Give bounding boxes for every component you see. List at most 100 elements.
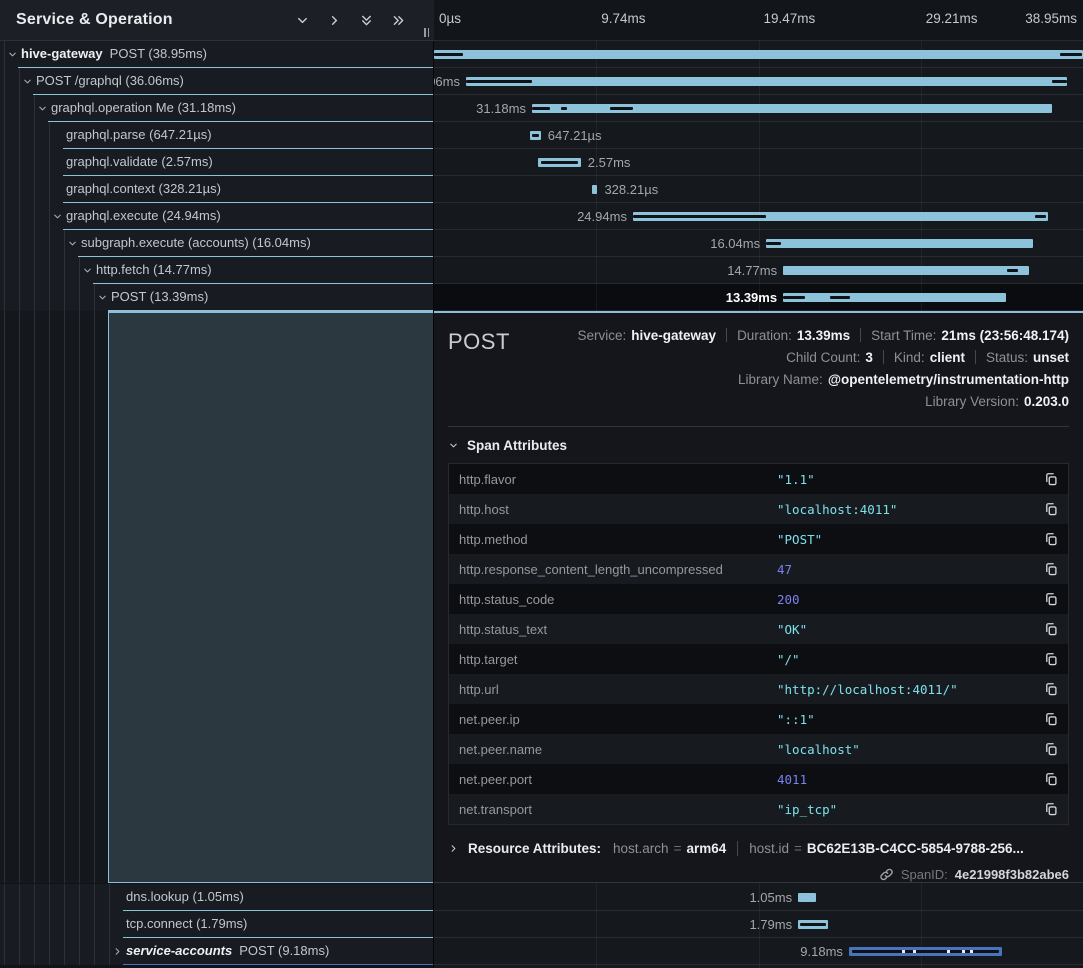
copy-value-button[interactable] [1044, 802, 1058, 816]
overview-line: Library Name:@opentelemetry/instrumentat… [738, 368, 1069, 390]
attribute-row: http.host"localhost:4011" [449, 494, 1068, 524]
span-duration-bar[interactable] [798, 920, 828, 929]
overview-label: Service: [577, 328, 626, 343]
collapse-span-toggle[interactable] [22, 76, 33, 87]
tree-panel-header: Service & Operation [0, 0, 434, 41]
span-duration-bar[interactable] [783, 293, 1006, 302]
span-duration-bar[interactable] [532, 104, 1052, 113]
tree-row[interactable]: POST (13.39ms) [0, 284, 433, 311]
chevron-down-icon [22, 76, 33, 87]
timeline-ruler[interactable]: 0µs9.74ms19.47ms29.21ms38.95ms [434, 0, 1083, 41]
overview-label: Kind: [894, 350, 925, 365]
copy-icon [1044, 712, 1058, 726]
tree-row[interactable]: graphql.context (328.21µs) [0, 176, 433, 203]
timeline-row[interactable]: 9.18ms [434, 938, 1083, 965]
span-duration-bar[interactable] [538, 158, 581, 167]
span-duration-bar[interactable] [783, 266, 1029, 275]
copy-value-button[interactable] [1044, 562, 1058, 576]
expand-span-toggle[interactable] [112, 946, 123, 957]
indent-guide [79, 257, 80, 284]
copy-value-button[interactable] [1044, 502, 1058, 516]
span-duration-bar[interactable] [466, 77, 1067, 86]
span-duration-bar[interactable] [849, 947, 1002, 956]
span-duration-bar[interactable] [633, 212, 1049, 221]
timeline-row[interactable]: 647.21µs [434, 122, 1083, 149]
indent-guide [49, 257, 50, 284]
tree-row[interactable]: POST /graphql (36.06ms) [0, 68, 433, 95]
chevrons-down-button[interactable] [359, 13, 374, 28]
span-duration-bar[interactable] [434, 50, 1083, 59]
collapse-span-toggle[interactable] [7, 49, 18, 60]
tree-row[interactable]: graphql.validate (2.57ms) [0, 149, 433, 176]
tree-row[interactable]: graphql.parse (647.21µs) [0, 122, 433, 149]
copy-value-button[interactable] [1044, 712, 1058, 726]
collapse-span-toggle[interactable] [82, 265, 93, 276]
indent-guide [19, 203, 20, 230]
span-duration-label: 14.77ms [727, 257, 777, 284]
tree-row[interactable]: subgraph.execute (accounts) (16.04ms) [0, 230, 433, 257]
tree-row[interactable]: tcp.connect (1.79ms) [0, 911, 433, 938]
timeline-row[interactable]: 1.79ms [434, 911, 1083, 938]
copy-value-button[interactable] [1044, 592, 1058, 606]
chevrons-down-icon [359, 13, 374, 28]
copy-value-button[interactable] [1044, 742, 1058, 756]
timeline-row[interactable]: 36.06ms [434, 68, 1083, 95]
copy-value-button[interactable] [1044, 772, 1058, 786]
timeline-row[interactable]: 16.04ms [434, 230, 1083, 257]
span-duration-bar[interactable] [798, 893, 815, 902]
timeline-row[interactable]: 14.77ms [434, 257, 1083, 284]
child-span-marker [466, 80, 532, 83]
timeline-row[interactable] [434, 41, 1083, 68]
panel-divider[interactable] [433, 0, 434, 968]
child-span-marker [434, 53, 463, 56]
collapse-span-toggle[interactable] [52, 211, 63, 222]
chevron-down-icon [52, 211, 63, 222]
span-duration-bar[interactable] [766, 239, 1033, 248]
timeline-row[interactable]: 1.05ms [434, 884, 1083, 911]
panel-resize-grip[interactable] [424, 28, 429, 37]
copy-value-button[interactable] [1044, 682, 1058, 696]
deep-link-icon[interactable] [879, 867, 894, 882]
overview-value: client [930, 350, 965, 365]
operation-name: tcp.connect (1.79ms) [126, 916, 247, 931]
tree-row[interactable]: graphql.operation Me (31.18ms) [0, 95, 433, 122]
timeline-row[interactable]: 31.18ms [434, 95, 1083, 122]
indent-guide [49, 176, 50, 203]
collapse-span-toggle[interactable] [67, 238, 78, 249]
copy-value-button[interactable] [1044, 652, 1058, 666]
span-attributes-toggle[interactable]: Span Attributes [448, 427, 1069, 463]
copy-value-button[interactable] [1044, 622, 1058, 636]
tree-row[interactable]: graphql.execute (24.94ms) [0, 203, 433, 230]
indent-guide [79, 884, 80, 911]
indent-guide [19, 95, 20, 122]
tree-row[interactable]: http.fetch (14.77ms) [0, 257, 433, 284]
collapse-span-toggle[interactable] [37, 103, 48, 114]
timeline-row[interactable]: 13.39ms [434, 284, 1083, 311]
timeline-row[interactable]: 2.57ms [434, 149, 1083, 176]
copy-value-button[interactable] [1044, 532, 1058, 546]
chevrons-right-button[interactable] [391, 13, 406, 28]
overview-label: Library Name: [738, 372, 823, 387]
overview-value: unset [1033, 350, 1069, 365]
resource-attributes-toggle[interactable]: Resource Attributes: host.arch=arm64host… [448, 836, 1069, 860]
child-span-marker [1060, 53, 1081, 56]
overview-label: Child Count: [786, 350, 860, 365]
indent-guide [34, 149, 35, 176]
tree-row[interactable]: service-accountsPOST (9.18ms) [0, 938, 433, 965]
timeline-row[interactable]: 24.94ms [434, 203, 1083, 230]
operation-name: dns.lookup (1.05ms) [126, 889, 244, 904]
copy-value-button[interactable] [1044, 472, 1058, 486]
span-duration-bar[interactable] [592, 185, 597, 194]
collapse-span-toggle[interactable] [97, 292, 108, 303]
timeline-row[interactable]: 328.21µs [434, 176, 1083, 203]
row-divider [123, 964, 433, 965]
span-duration-bar[interactable] [530, 131, 541, 140]
copy-icon [1044, 472, 1058, 486]
chevron-right-button[interactable] [327, 13, 342, 28]
tree-row[interactable]: dns.lookup (1.05ms) [0, 884, 433, 911]
chevron-down-button[interactable] [295, 13, 310, 28]
tree-row[interactable]: hive-gatewayPOST (38.95ms) [0, 41, 433, 68]
copy-icon [1044, 772, 1058, 786]
span-duration-label: 31.18ms [476, 95, 526, 122]
child-span-dot [970, 950, 973, 953]
